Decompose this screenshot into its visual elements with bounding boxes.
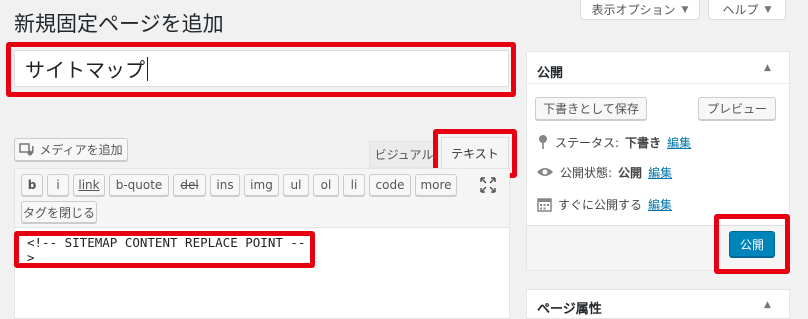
calendar-icon xyxy=(537,197,552,212)
tab-visual[interactable]: ビジュアル xyxy=(369,141,439,168)
qt-img-button[interactable]: img xyxy=(244,174,279,196)
qt-more-button[interactable]: more xyxy=(415,174,457,196)
editor-content-line: <!-- SITEMAP CONTENT REPLACE POINT --> xyxy=(27,234,306,265)
publish-button[interactable]: 公開 xyxy=(729,231,775,257)
tab-text-label: テキスト xyxy=(451,147,499,161)
qt-italic-button[interactable]: i xyxy=(47,174,69,196)
tab-visual-label: ビジュアル xyxy=(374,148,434,162)
screen-options-button[interactable]: 表示オプション ▼ xyxy=(580,0,700,20)
tab-text[interactable]: テキスト xyxy=(441,137,509,170)
save-draft-button[interactable]: 下書きとして保存 xyxy=(535,97,647,120)
qt-del-button[interactable]: del xyxy=(173,174,206,196)
add-media-label: メディアを追加 xyxy=(39,143,123,157)
qt-link-button[interactable]: link xyxy=(73,174,105,196)
visibility-row: 公開状態: 公開 編集 xyxy=(536,163,672,181)
title-input-value: サイトマップ xyxy=(25,58,145,82)
page-attributes-title: ページ属性 xyxy=(537,302,602,317)
page-title: 新規固定ページを追加 xyxy=(14,12,224,36)
fullscreen-icon[interactable] xyxy=(480,177,496,193)
qt-li-button[interactable]: li xyxy=(343,174,365,196)
preview-label: プレビュー xyxy=(706,102,767,116)
qt-bold-button[interactable]: b xyxy=(21,174,43,196)
status-edit-link[interactable]: 編集 xyxy=(667,134,691,151)
qt-code-button[interactable]: code xyxy=(369,174,411,196)
text-cursor xyxy=(147,56,148,81)
qt-ul-button[interactable]: ul xyxy=(283,174,309,196)
help-button[interactable]: ヘルプ ▼ xyxy=(708,0,786,20)
pin-icon xyxy=(539,135,547,149)
status-row: ステータス: 下書き 編集 xyxy=(537,133,691,151)
publish-box-title: 公開 xyxy=(537,66,564,81)
schedule-label: すぐに公開する xyxy=(558,197,643,212)
eye-icon xyxy=(537,168,553,176)
status-value: 下書き xyxy=(625,135,662,150)
help-label: ヘルプ xyxy=(722,3,759,17)
screen-options-label: 表示オプション xyxy=(591,3,676,17)
save-draft-label: 下書きとして保存 xyxy=(543,102,639,116)
collapse-icon[interactable]: ▲ xyxy=(764,63,771,73)
close-tags-button[interactable]: タグを閉じる xyxy=(21,201,97,223)
visibility-edit-link[interactable]: 編集 xyxy=(648,164,672,181)
title-input[interactable]: サイトマップ xyxy=(14,50,509,87)
visibility-value: 公開 xyxy=(618,165,643,180)
qt-blockquote-button[interactable]: b-quote xyxy=(109,174,169,196)
caret-down-icon: ▼ xyxy=(681,4,689,15)
caret-down-icon: ▼ xyxy=(764,4,772,15)
publish-label: 公開 xyxy=(739,237,764,252)
schedule-edit-link[interactable]: 編集 xyxy=(648,196,672,213)
media-icon xyxy=(19,142,34,155)
qt-ol-button[interactable]: ol xyxy=(313,174,339,196)
publish-box-divider xyxy=(527,83,789,84)
schedule-row: すぐに公開する 編集 xyxy=(537,195,672,213)
status-label: ステータス: xyxy=(555,135,620,150)
qt-ins-button[interactable]: ins xyxy=(210,174,240,196)
preview-button[interactable]: プレビュー xyxy=(698,97,776,120)
add-media-button[interactable]: メディアを追加 xyxy=(14,138,128,161)
visibility-label: 公開状態: xyxy=(560,165,613,180)
collapse-icon[interactable]: ▲ xyxy=(764,300,771,310)
